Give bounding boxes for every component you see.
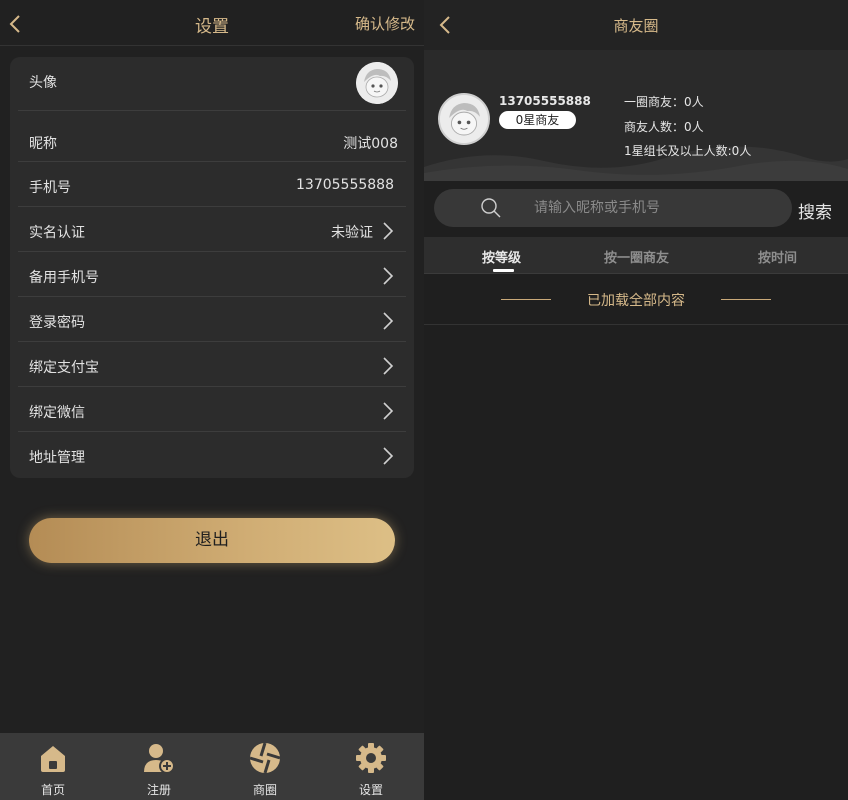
gear-icon [355,742,387,774]
load-status: 已加载全部内容 [424,274,848,325]
active-tab-indicator [493,269,514,272]
stat-total-friends: 商友人数：0人 [624,120,704,134]
confirm-edit-button[interactable]: 确认修改 [355,13,415,34]
sort-tabs: 按等级 按一圈商友 按时间 [424,237,848,274]
settings-row-avatar[interactable]: 头像 [18,57,406,111]
avatar[interactable] [438,93,490,145]
avatar[interactable] [356,62,398,104]
add-user-icon [143,742,175,774]
tab-label: 注册 [146,783,171,797]
load-status-text: 已加载全部内容 [587,293,685,309]
chevron-right-icon [382,401,394,421]
page-title: 商友圈 [613,17,659,35]
tab-label: 商圈 [252,783,277,797]
settings-row-label: 登录密码 [29,315,85,331]
stat-first-circle: 一圈商友：0人 [624,95,704,109]
settings-row-label: 昵称 [29,136,57,152]
friends-header: 商友圈 [424,0,848,50]
tab-label: 设置 [358,783,383,797]
settings-row-label: 头像 [29,75,57,91]
settings-header: 设置 确认修改 [0,0,424,46]
aperture-icon [249,742,281,774]
chevron-right-icon [382,446,394,466]
chevron-right-icon [382,266,394,286]
tab-by-level[interactable]: 按等级 [482,247,521,266]
tab-business-circle[interactable]: 商圈 [212,733,318,800]
tab-home[interactable]: 首页 [0,733,106,800]
search-button[interactable]: 搜索 [798,198,832,223]
settings-row-label: 绑定微信 [29,405,85,421]
settings-row-nickname[interactable]: 昵称 测试008 [18,111,406,162]
profile-banner: 13705555888 0星商友 一圈商友：0人 商友人数：0人 1星组长及以上… [424,50,848,181]
chevron-right-icon [382,356,394,376]
search-icon [480,197,502,219]
nickname-value: 测试008 [343,136,398,152]
settings-row-label: 实名认证 [29,225,85,241]
friends-circle-screen: 商友圈 13705555888 0星商友 一圈商友：0人 商友人数：0人 1星组… [424,0,848,800]
settings-row-backup-phone[interactable]: 备用手机号 [18,252,406,297]
chevron-right-icon [382,311,394,331]
tab-by-first-circle[interactable]: 按一圈商友 [604,247,669,266]
settings-list: 头像 昵称 测试008 手机号 13705555888 实名认证 未验证 备用手… [10,57,414,478]
settings-row-label: 地址管理 [29,450,85,466]
logout-button[interactable]: 退出 [29,518,395,563]
settings-row-password[interactable]: 登录密码 [18,297,406,342]
settings-row-wechat[interactable]: 绑定微信 [18,387,406,432]
chevron-right-icon [382,221,394,241]
home-icon [37,742,69,774]
tab-register[interactable]: 注册 [106,733,212,800]
tab-by-time[interactable]: 按时间 [758,247,797,266]
verify-status: 未验证 [331,225,373,241]
tab-label: 首页 [40,783,65,797]
stat-leaders: 1星组长及以上人数:0人 [624,144,752,158]
divider-line [721,299,771,300]
level-badge: 0星商友 [499,111,576,129]
settings-row-realname[interactable]: 实名认证 未验证 [18,207,406,252]
settings-row-phone[interactable]: 手机号 13705555888 [18,162,406,207]
search-input[interactable] [534,198,754,218]
settings-row-label: 手机号 [29,180,71,196]
user-phone: 13705555888 [499,94,591,108]
settings-row-label: 绑定支付宝 [29,360,99,376]
settings-row-alipay[interactable]: 绑定支付宝 [18,342,406,387]
settings-row-address[interactable]: 地址管理 [18,432,406,478]
settings-screen: 设置 确认修改 头像 昵称 测试008 手机号 13705555888 实名认证… [0,0,424,800]
bottom-tab-bar: 首页 注册 商圈 设置 [0,733,424,800]
tab-settings[interactable]: 设置 [318,733,424,800]
search-box [434,189,792,227]
settings-row-label: 备用手机号 [29,270,99,286]
phone-value: 13705555888 [296,177,394,193]
